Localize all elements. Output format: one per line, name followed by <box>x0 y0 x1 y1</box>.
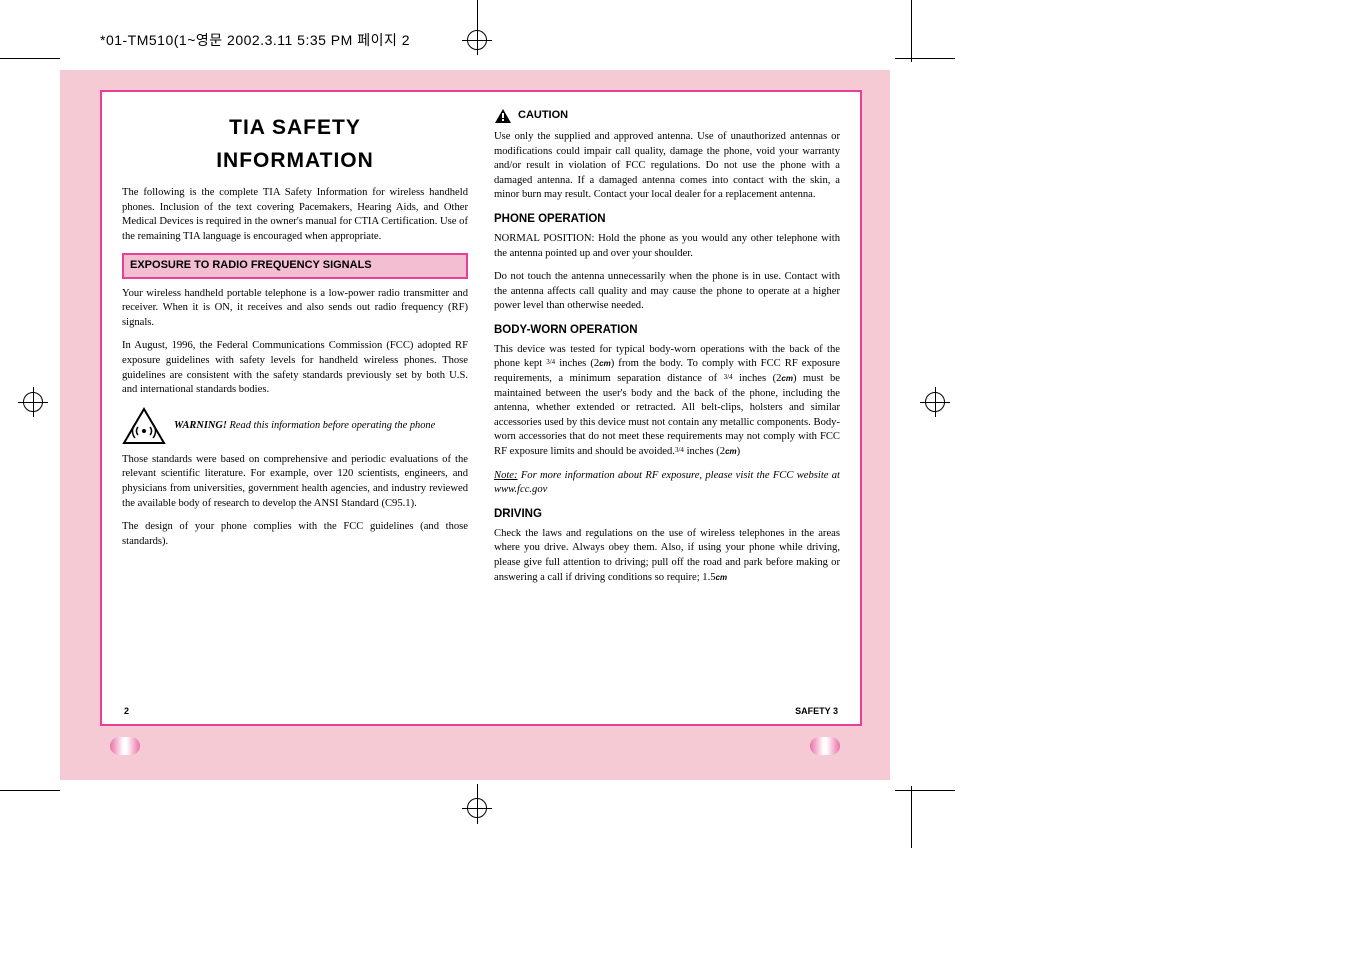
body-paragraph: This device was tested for typical body-… <box>494 343 840 460</box>
caution-block: CAUTION <box>494 108 840 124</box>
source-header: *01-TM510(1~영문 2002.3.11 5:35 PM 페이지 2 <box>100 30 410 50</box>
body-paragraph: The design of your phone complies with t… <box>122 520 468 549</box>
unit-cm: cm <box>599 359 611 368</box>
unit-cm: cm <box>716 573 728 582</box>
unit-cm: cm <box>725 447 737 456</box>
title-line1: TIA SAFETY <box>122 114 468 143</box>
body-paragraph: In August, 1996, the Federal Communicati… <box>122 339 468 397</box>
note-label: Note: <box>494 470 518 481</box>
page-number-left: 2 <box>124 706 129 716</box>
rf-warning-icon <box>122 407 166 445</box>
note-paragraph: Note: For more information about RF expo… <box>494 469 840 498</box>
warning-text: WARNING! Read this information before op… <box>174 419 435 433</box>
warning-callout: WARNING! Read this information before op… <box>122 407 468 445</box>
crop-mark <box>0 790 60 791</box>
fraction: 3/4 <box>675 446 684 454</box>
text-run: inches (2 <box>555 358 599 369</box>
text-run: ) must be maintained between the user's … <box>494 373 840 457</box>
crop-mark <box>895 790 955 791</box>
caution-title: CAUTION <box>518 108 568 123</box>
body-paragraph: NORMAL POSITION: Hold the phone as you w… <box>494 232 840 261</box>
registration-mark-right <box>920 387 950 417</box>
crop-mark <box>911 786 912 848</box>
fraction: 3/4 <box>724 373 733 381</box>
caution-icon <box>494 108 512 124</box>
binding-tab-right <box>810 737 840 755</box>
warning-bold: WARNING! <box>174 420 227 431</box>
registration-mark-left <box>18 387 48 417</box>
section-heading-driving: DRIVING <box>494 507 840 523</box>
fraction: 3/4 <box>546 358 555 366</box>
body-paragraph: Do not touch the antenna unnecessarily w… <box>494 270 840 314</box>
binding-tab-left <box>110 737 140 755</box>
body-paragraph: Check the laws and regulations on the us… <box>494 527 840 585</box>
unit-cm: cm <box>781 374 793 383</box>
text-run: ) <box>737 446 741 457</box>
text-run: Check the laws and regulations on the us… <box>494 528 840 583</box>
crop-mark <box>477 784 478 824</box>
section-heading-bodyworn: BODY-WORN OPERATION <box>494 323 840 339</box>
crop-mark <box>911 0 912 62</box>
page-number-right: SAFETY 3 <box>795 706 838 716</box>
body-paragraph: Those standards were based on comprehens… <box>122 453 468 511</box>
section-heading-operation: PHONE OPERATION <box>494 212 840 228</box>
title-line2: INFORMATION <box>122 147 468 176</box>
body-paragraph: Your wireless handheld portable telephon… <box>122 287 468 331</box>
bleed-area: TIA SAFETY INFORMATION The following is … <box>60 70 890 780</box>
crop-mark <box>0 58 60 59</box>
note-body: For more information about RF exposure, … <box>494 470 840 496</box>
crop-mark <box>477 0 478 40</box>
page-spread: TIA SAFETY INFORMATION The following is … <box>100 90 862 726</box>
body-paragraph: Use only the supplied and approved anten… <box>494 130 840 203</box>
text-run: inches (2 <box>733 373 782 384</box>
left-column: TIA SAFETY INFORMATION The following is … <box>122 108 468 558</box>
section-heading-exposure: EXPOSURE TO RADIO FREQUENCY SIGNALS <box>122 253 468 278</box>
right-column: CAUTION Use only the supplied and approv… <box>494 108 840 594</box>
text-run: inches (2 <box>684 446 725 457</box>
intro-paragraph: The following is the complete TIA Safety… <box>122 186 468 244</box>
crop-mark <box>895 58 955 59</box>
warning-rest: Read this information before operating t… <box>227 420 435 431</box>
